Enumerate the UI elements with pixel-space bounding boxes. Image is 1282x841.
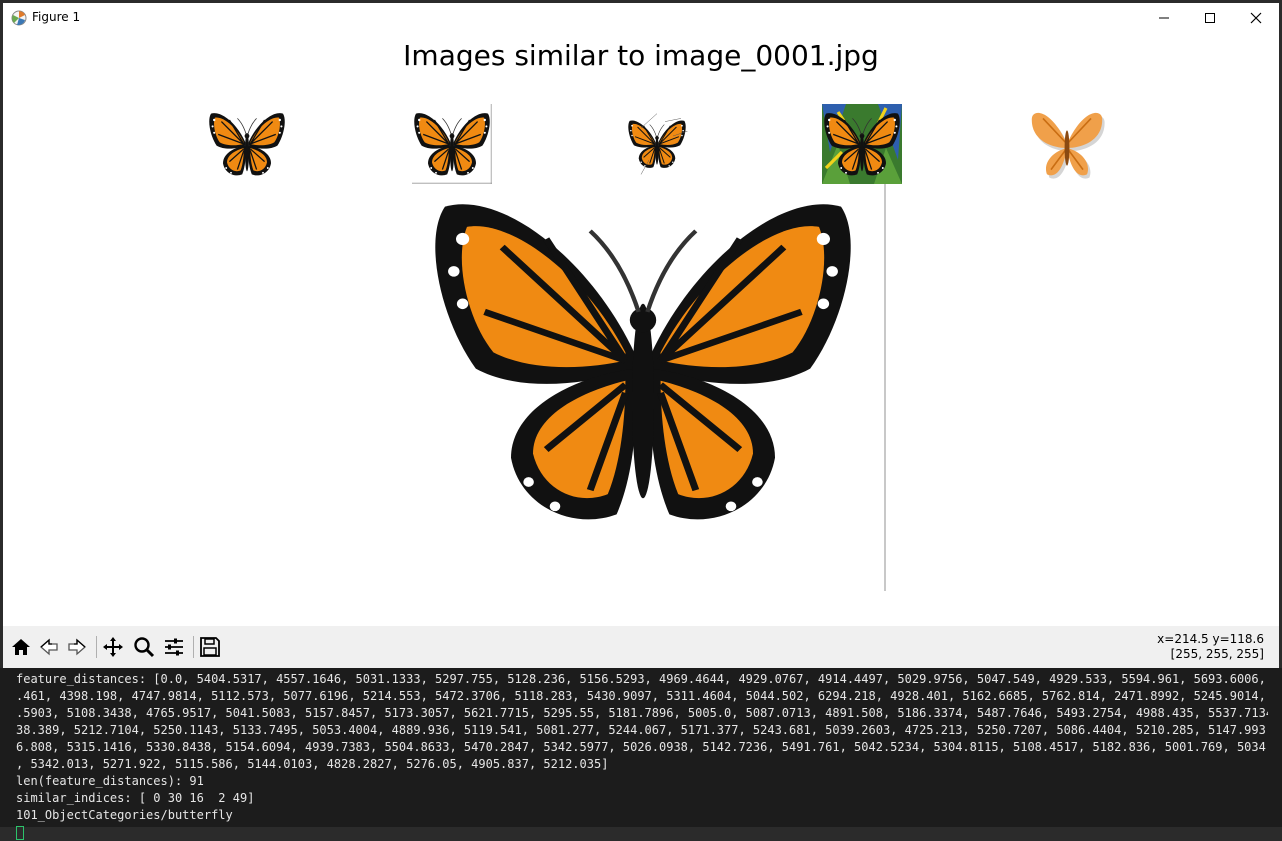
terminal-line: .5903, 5108.3438, 4765.9517, 5041.5083, … (16, 706, 1268, 720)
zoom-icon (134, 637, 155, 658)
forward-button[interactable] (64, 634, 90, 660)
figure-canvas[interactable]: Images similar to image_0001.jpg (3, 33, 1279, 626)
maximize-button[interactable] (1187, 3, 1233, 33)
butterfly-thumb-1 (207, 104, 287, 184)
terminal-line: similar_indices: [ 0 30 16 2 49] (16, 791, 255, 805)
save-button[interactable] (197, 634, 223, 660)
window-title: Figure 1 (32, 10, 81, 24)
axis-divider (884, 183, 886, 591)
minimize-button[interactable] (1141, 3, 1187, 33)
terminal-output[interactable]: feature_distances: [0.0, 5404.5317, 4557… (0, 668, 1282, 840)
toolbar-separator (96, 636, 97, 658)
terminal-line: .461, 4398.198, 4747.9814, 5112.573, 507… (16, 689, 1268, 703)
figure-title: Images similar to image_0001.jpg (403, 39, 879, 72)
back-icon (40, 638, 58, 656)
pan-button[interactable] (100, 634, 126, 660)
terminal-line: 6.808, 5315.1416, 5330.8438, 5154.6094, … (16, 740, 1268, 754)
figure-window: Figure 1 Images similar to image_0001.jp… (3, 3, 1279, 668)
terminal-line: 38.389, 5212.7104, 5250.1143, 5133.7495,… (16, 723, 1268, 737)
back-button[interactable] (36, 634, 62, 660)
navigation-toolbar: x=214.5 y=118.6 [255, 255, 255] (3, 626, 1279, 668)
terminal-line: 101_ObjectCategories/butterfly (16, 808, 233, 822)
butterfly-thumb-2 (412, 104, 492, 184)
close-icon (1250, 12, 1262, 24)
configure-button[interactable] (161, 634, 187, 660)
pixel-value-readout: [255, 255, 255] (1170, 647, 1264, 661)
title-bar: Figure 1 (3, 3, 1279, 33)
pan-icon (103, 637, 123, 657)
butterfly-thumb-5 (1027, 104, 1107, 184)
butterfly-thumb-4 (822, 104, 902, 184)
maximize-icon (1205, 13, 1215, 23)
coords-readout: x=214.5 y=118.6 (1157, 632, 1264, 646)
matplotlib-icon (11, 10, 27, 26)
toolbar-separator (193, 636, 194, 658)
save-icon (200, 637, 220, 657)
close-button[interactable] (1233, 3, 1279, 33)
home-icon (12, 639, 30, 655)
main-butterfly-image (423, 158, 863, 563)
zoom-button[interactable] (131, 634, 157, 660)
butterfly-thumb-3 (617, 104, 697, 184)
terminal-cursor (16, 825, 24, 840)
minimize-icon (1159, 17, 1169, 19)
cursor-coordinates: x=214.5 y=118.6 [255, 255, 255] (1157, 632, 1264, 662)
home-button[interactable] (8, 634, 34, 660)
terminal-line: , 5342.013, 5271.922, 5115.586, 5144.010… (16, 757, 609, 771)
forward-icon (68, 638, 86, 656)
terminal-line: feature_distances: [0.0, 5404.5317, 4557… (16, 672, 1268, 686)
terminal-line: len(feature_distances): 91 (16, 774, 204, 788)
configure-icon (165, 638, 183, 656)
